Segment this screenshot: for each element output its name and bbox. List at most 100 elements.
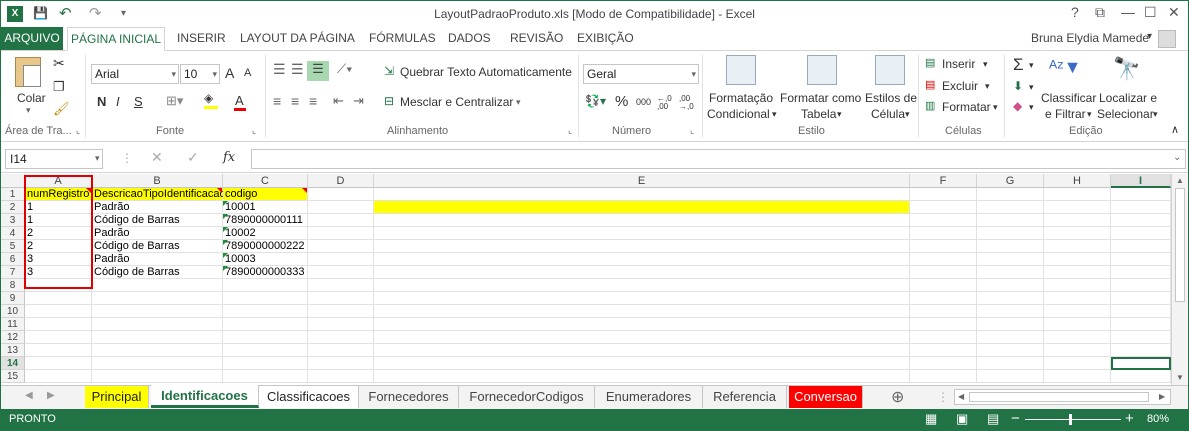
scroll-right-icon[interactable]: ▶ — [1159, 392, 1165, 401]
minimize-button[interactable]: — — [1121, 4, 1135, 20]
vertical-scroll-thumb[interactable] — [1175, 188, 1185, 302]
thousands-button[interactable]: 000 — [636, 97, 651, 107]
cell[interactable] — [1044, 305, 1111, 318]
cell[interactable] — [1044, 279, 1111, 292]
cell[interactable]: 7890000000333 — [223, 266, 308, 279]
cell[interactable] — [374, 344, 910, 357]
comment-indicator-icon[interactable] — [217, 188, 222, 193]
cell[interactable]: 2 — [25, 240, 92, 253]
cell-styles-dropdown-icon[interactable]: ▾ — [905, 109, 910, 120]
row-header[interactable]: 15 — [1, 370, 25, 383]
cell[interactable] — [977, 279, 1044, 292]
cell[interactable] — [910, 253, 977, 266]
format-cells-button[interactable]: Formatar — [942, 100, 991, 114]
cell[interactable] — [92, 331, 223, 344]
cell-styles-label-2[interactable]: Célula — [871, 107, 905, 121]
cell[interactable] — [910, 279, 977, 292]
cell[interactable]: numRegistro — [25, 188, 92, 201]
cell[interactable]: 2 — [25, 227, 92, 240]
cell[interactable] — [1111, 331, 1171, 344]
cell[interactable] — [308, 253, 374, 266]
tab-exibicao[interactable]: EXIBIÇÃO — [577, 31, 634, 45]
prev-sheet-icon[interactable]: ◀ — [25, 390, 33, 401]
add-sheet-icon[interactable]: ⊕ — [891, 387, 904, 407]
cell[interactable] — [1111, 188, 1171, 201]
maximize-button[interactable]: ☐ — [1144, 4, 1157, 21]
name-box-dropdown-icon[interactable]: ▾ — [95, 153, 100, 164]
cut-icon[interactable]: ✂ — [53, 55, 65, 72]
clipboard-launcher-icon[interactable]: ⌞ — [76, 125, 80, 136]
row-header[interactable]: 10 — [1, 305, 25, 318]
cell[interactable]: 7890000000222 — [223, 240, 308, 253]
cell[interactable] — [1111, 279, 1171, 292]
percent-button[interactable]: % — [615, 93, 628, 110]
cell[interactable] — [223, 331, 308, 344]
conditional-format-label-1[interactable]: Formatação — [709, 91, 773, 105]
cell[interactable]: 1 — [25, 214, 92, 227]
name-box[interactable]: I14 — [5, 149, 103, 169]
wrap-text-icon[interactable]: ⇲ — [384, 64, 394, 78]
cell[interactable] — [910, 214, 977, 227]
active-cell[interactable] — [1111, 357, 1171, 370]
zoom-out-button[interactable]: − — [1011, 410, 1020, 427]
cell[interactable] — [223, 357, 308, 370]
align-middle-icon[interactable]: ☰ — [291, 61, 304, 78]
cell[interactable] — [25, 370, 92, 383]
number-launcher-icon[interactable]: ⌞ — [690, 125, 694, 136]
cell[interactable] — [910, 370, 977, 383]
sort-filter-icon[interactable]: ᴬᶻ▼ — [1049, 57, 1081, 78]
cell[interactable] — [92, 305, 223, 318]
tab-formulas[interactable]: FÓRMULAS — [369, 31, 436, 45]
cell[interactable]: Padrão — [92, 253, 223, 266]
cell[interactable] — [374, 214, 910, 227]
cell[interactable] — [1044, 188, 1111, 201]
cell[interactable] — [374, 292, 910, 305]
cell[interactable] — [1111, 305, 1171, 318]
cell[interactable]: 10003 — [223, 253, 308, 266]
clear-dropdown-icon[interactable]: ▾ — [1029, 102, 1034, 113]
insert-cells-button[interactable]: Inserir — [942, 57, 975, 71]
row-header[interactable]: 1 — [1, 188, 25, 201]
enter-icon[interactable]: ✓ — [187, 149, 199, 166]
cell[interactable] — [1111, 201, 1171, 214]
cell[interactable]: 10002 — [223, 227, 308, 240]
cell[interactable] — [1111, 344, 1171, 357]
cell[interactable] — [25, 318, 92, 331]
cell[interactable] — [92, 318, 223, 331]
cell[interactable]: Código de Barras — [92, 240, 223, 253]
user-name[interactable]: Bruna Elydia Mamede — [1031, 31, 1149, 45]
cell[interactable] — [977, 357, 1044, 370]
cell[interactable] — [25, 331, 92, 344]
align-center-icon[interactable]: ≡ — [291, 93, 299, 109]
cell[interactable] — [25, 344, 92, 357]
cell[interactable] — [1044, 253, 1111, 266]
spreadsheet-grid[interactable]: A B C D E F G H I ▲ ▼ 1 numRegistro Descri… — [1, 174, 1188, 385]
number-format-combo[interactable]: Geral ▾ — [583, 64, 699, 84]
cell[interactable] — [1111, 227, 1171, 240]
cell[interactable] — [977, 370, 1044, 383]
row-header[interactable]: 8 — [1, 279, 25, 292]
cell[interactable]: Código de Barras — [92, 214, 223, 227]
vertical-scrollbar[interactable]: ▲ ▼ — [1171, 174, 1187, 385]
cell[interactable] — [308, 292, 374, 305]
cell[interactable] — [1111, 370, 1171, 383]
format-table-label-2[interactable]: Tabela — [801, 107, 836, 121]
cell[interactable] — [1044, 266, 1111, 279]
cell[interactable] — [25, 357, 92, 370]
cell[interactable] — [1044, 292, 1111, 305]
format-painter-icon[interactable]: 🖌 — [53, 101, 70, 117]
font-size-combo[interactable]: 10 ▾ — [180, 64, 220, 84]
cell[interactable] — [1044, 201, 1111, 214]
cell[interactable] — [977, 331, 1044, 344]
column-header-i[interactable]: I — [1111, 174, 1171, 188]
cell[interactable]: 3 — [25, 266, 92, 279]
decrease-decimal-button[interactable]: ,00 →,0 — [679, 95, 699, 111]
row-header[interactable]: 14 — [1, 357, 25, 370]
cell[interactable] — [308, 266, 374, 279]
paste-button[interactable]: Colar — [17, 91, 46, 105]
sort-filter-dropdown-icon[interactable]: ▾ — [1087, 109, 1092, 120]
row-header[interactable]: 9 — [1, 292, 25, 305]
collapse-ribbon-icon[interactable]: ∧ — [1171, 123, 1179, 136]
cell[interactable] — [1111, 266, 1171, 279]
cell[interactable] — [308, 370, 374, 383]
